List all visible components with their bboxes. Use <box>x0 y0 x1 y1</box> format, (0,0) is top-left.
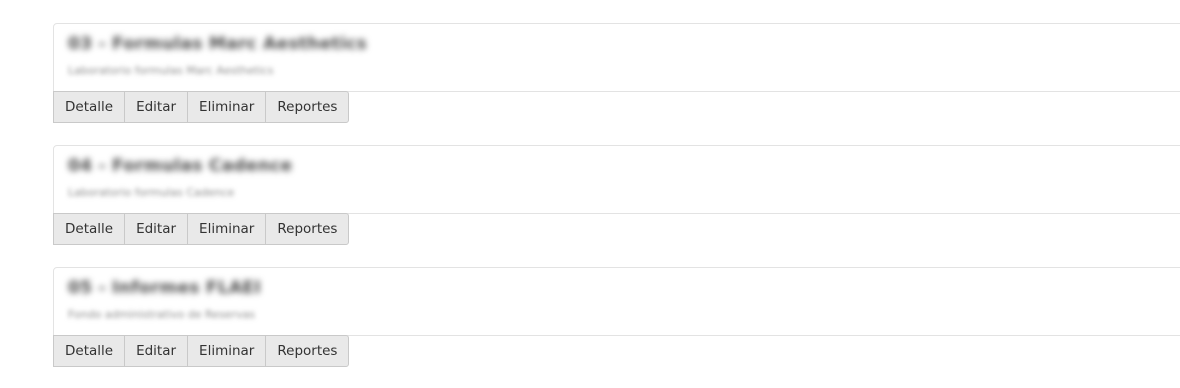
editar-button[interactable]: Editar <box>124 91 189 123</box>
item-action-group: Detalle Editar Eliminar Reportes <box>53 335 350 367</box>
list-item: 05 - Informes FLAEI Fondo administrativo… <box>53 267 1180 336</box>
detalle-button[interactable]: Detalle <box>53 91 126 123</box>
detalle-button[interactable]: Detalle <box>53 335 126 367</box>
item-title: 04 - Formulas Cadence <box>68 156 293 176</box>
reportes-button[interactable]: Reportes <box>265 91 350 123</box>
eliminar-button[interactable]: Eliminar <box>187 335 267 367</box>
detalle-button[interactable]: Detalle <box>53 213 126 245</box>
item-subtitle: Fondo administrativo de Reservas <box>68 308 255 321</box>
item-title: 05 - Informes FLAEI <box>68 278 261 298</box>
list-page: 03 - Formulas Marc Aesthetics Laboratori… <box>0 0 1180 388</box>
list-item: 04 - Formulas Cadence Laboratorio formul… <box>53 145 1180 214</box>
editar-button[interactable]: Editar <box>124 335 189 367</box>
eliminar-button[interactable]: Eliminar <box>187 213 267 245</box>
eliminar-button[interactable]: Eliminar <box>187 91 267 123</box>
reportes-button[interactable]: Reportes <box>265 335 350 367</box>
item-title: 03 - Formulas Marc Aesthetics <box>68 34 367 54</box>
reportes-button[interactable]: Reportes <box>265 213 350 245</box>
item-subtitle: Laboratorio formulas Marc Aesthetics <box>68 64 274 77</box>
item-subtitle: Laboratorio formulas Cadence <box>68 186 235 199</box>
editar-button[interactable]: Editar <box>124 213 189 245</box>
item-action-group: Detalle Editar Eliminar Reportes <box>53 213 350 245</box>
item-action-group: Detalle Editar Eliminar Reportes <box>53 91 350 123</box>
list-item: 03 - Formulas Marc Aesthetics Laboratori… <box>53 23 1180 92</box>
